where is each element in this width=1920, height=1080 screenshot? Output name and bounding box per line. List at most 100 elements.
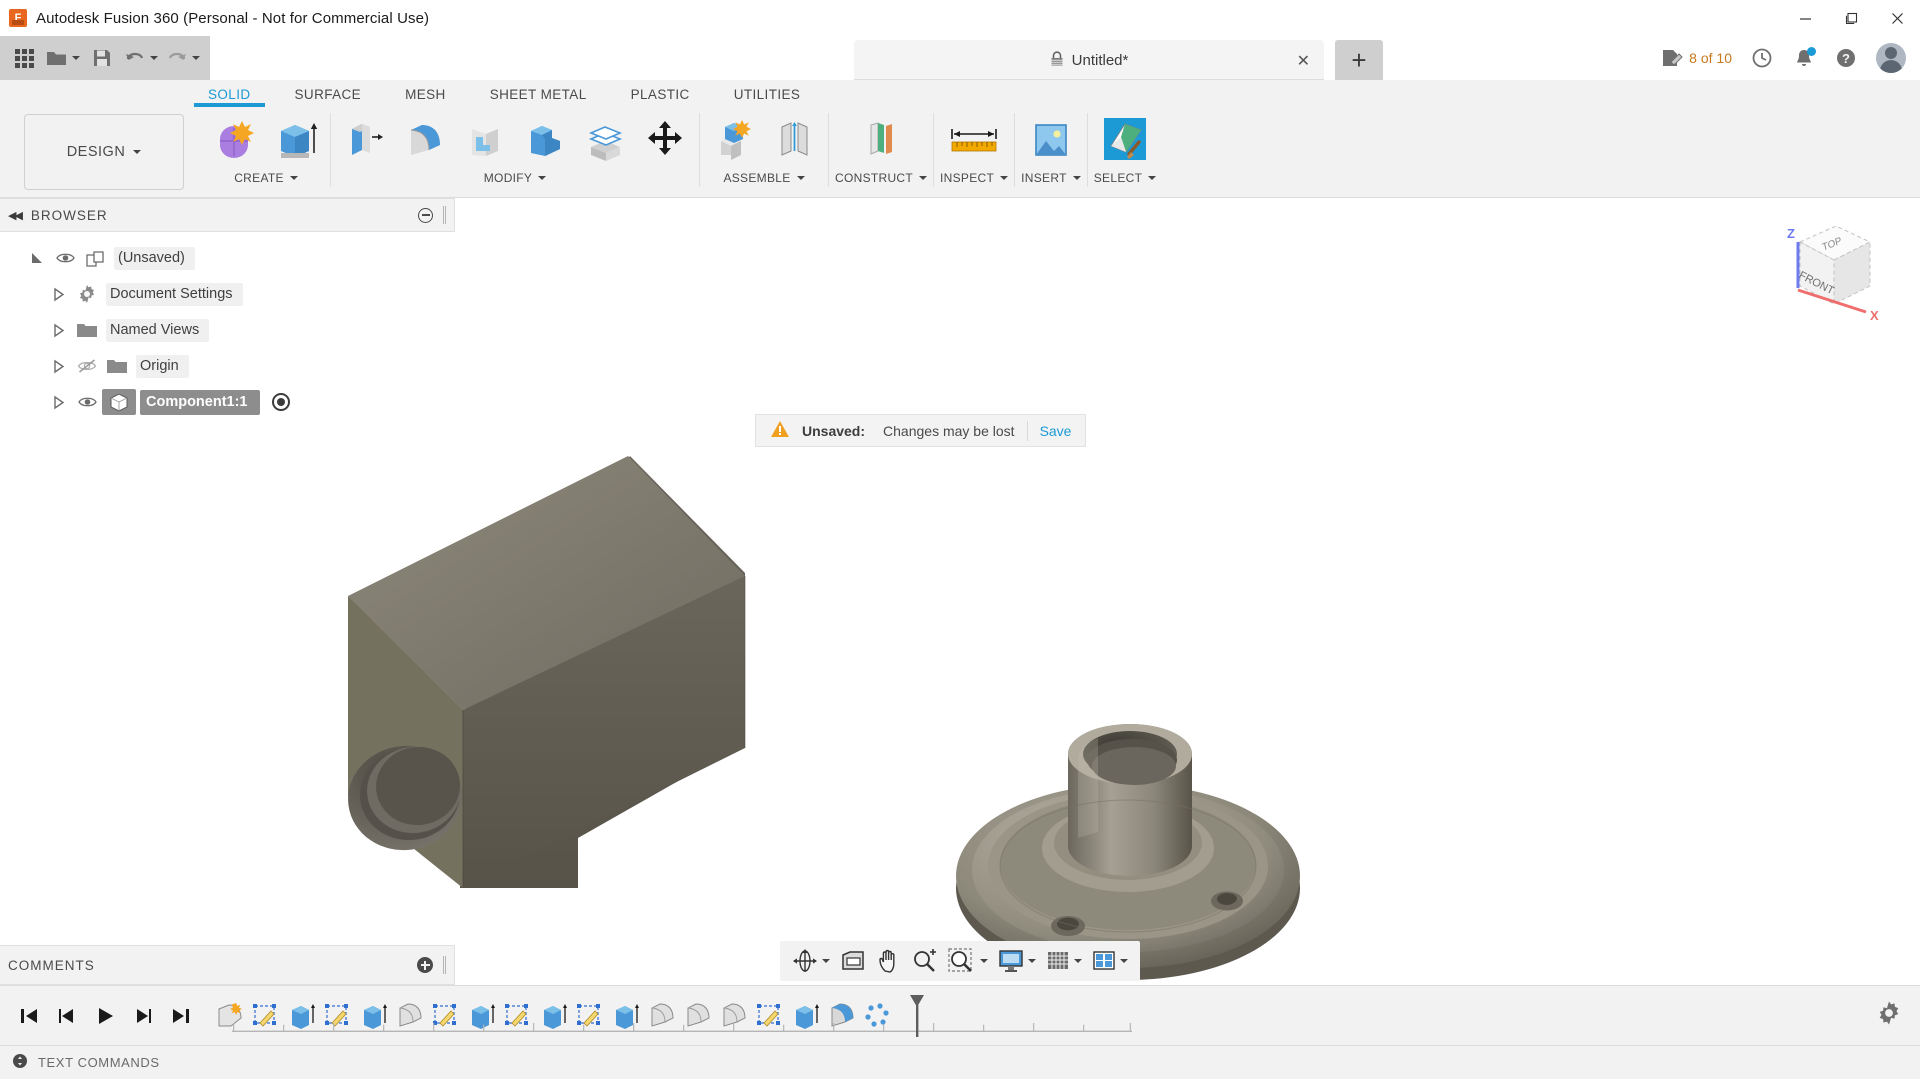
extrude-button[interactable] [268, 111, 324, 169]
save-button[interactable] [84, 41, 120, 75]
zoom-window-icon [948, 948, 976, 974]
browser-resize-grip[interactable] [443, 206, 446, 224]
panel-assemble-label[interactable]: ASSEMBLE [723, 171, 804, 185]
app-grid-button[interactable] [6, 41, 42, 75]
twisty-collapsed-icon[interactable] [46, 395, 72, 410]
twisty-collapsed-icon[interactable] [46, 359, 72, 374]
close-document-tab-button[interactable]: ✕ [1297, 51, 1310, 71]
timeline-marker-handle[interactable] [908, 993, 926, 1039]
shell-button[interactable] [457, 111, 513, 169]
view-cube[interactable]: TOP FRONT Z X [1758, 204, 1888, 324]
combine-button[interactable] [517, 111, 573, 169]
minimize-button[interactable] [1782, 0, 1828, 36]
file-menu-button[interactable] [42, 41, 84, 75]
text-commands-bar[interactable]: TEXT COMMANDS [0, 1045, 1920, 1079]
new-component-button[interactable] [706, 111, 762, 169]
unsaved-notification: Unsaved: Changes may be lost Save [755, 414, 1086, 447]
zoom-button[interactable] [908, 944, 942, 978]
expand-icon[interactable] [12, 1053, 28, 1072]
comments-resize-grip[interactable] [443, 956, 446, 974]
twisty-collapsed-icon[interactable] [46, 323, 72, 338]
account-button[interactable] [1868, 39, 1914, 77]
orbit-button[interactable] [788, 944, 834, 978]
tab-sheet-metal[interactable]: SHEET METAL [468, 87, 609, 107]
timeline-rail[interactable] [232, 1023, 1340, 1033]
panel-select-label[interactable]: SELECT [1094, 171, 1156, 185]
job-status-button[interactable] [1742, 39, 1782, 77]
look-at-button[interactable] [836, 944, 870, 978]
look-at-icon [840, 949, 866, 973]
browser-minus-button[interactable] [418, 208, 433, 223]
tree-row-named-views[interactable]: Named Views [0, 312, 455, 348]
redo-icon [166, 49, 188, 67]
display-settings-button[interactable] [994, 944, 1040, 978]
undo-button[interactable] [120, 41, 162, 75]
twisty-collapsed-icon[interactable] [46, 287, 72, 302]
insert-image-button[interactable] [1023, 111, 1079, 169]
ribbon-tabs: SOLID SURFACE MESH SHEET METAL PLASTIC U… [0, 80, 1920, 107]
fillet-button[interactable] [397, 111, 453, 169]
browser-header: ◀◀ BROWSER [0, 198, 455, 232]
panel-construct-label[interactable]: CONSTRUCT [835, 171, 927, 185]
select-button[interactable] [1097, 111, 1153, 169]
combine-icon [522, 117, 568, 163]
document-tab[interactable]: Untitled* ✕ [854, 40, 1324, 80]
fusion360-logo: F [9, 9, 27, 27]
collapse-browser-icon[interactable]: ◀◀ [8, 209, 21, 222]
document-tab-label: Untitled* [1072, 52, 1129, 69]
visibility-toggle[interactable] [50, 251, 80, 265]
panel-modify-label[interactable]: MODIFY [484, 171, 546, 185]
play-button[interactable] [90, 1001, 120, 1031]
viewport-layout-button[interactable] [1088, 944, 1132, 978]
tree-row-document-settings[interactable]: Document Settings [0, 276, 455, 312]
pan-button[interactable] [872, 944, 906, 978]
press-pull-button[interactable] [337, 111, 393, 169]
tree-row-component1[interactable]: Component1:1 [0, 384, 455, 420]
title-bar: F Autodesk Fusion 360 (Personal - Not fo… [0, 0, 1920, 36]
grid-snap-icon [1046, 950, 1070, 972]
save-link[interactable]: Save [1040, 423, 1072, 439]
panel-insert-label[interactable]: INSERT [1021, 171, 1081, 185]
tab-mesh[interactable]: MESH [383, 87, 468, 107]
twisty-expanded-icon[interactable] [24, 251, 50, 266]
step-back-button[interactable] [52, 1001, 82, 1031]
grid-snap-button[interactable] [1042, 944, 1086, 978]
panel-select: SELECT [1088, 107, 1162, 197]
create-sketch-button[interactable] [208, 111, 264, 169]
trial-status-button[interactable]: 8 of 10 [1653, 39, 1740, 77]
measure-button[interactable] [942, 111, 1006, 169]
tab-plastic[interactable]: PLASTIC [609, 87, 712, 107]
tree-row-unsaved[interactable]: (Unsaved) [0, 240, 455, 276]
close-button[interactable] [1874, 0, 1920, 36]
tree-row-origin[interactable]: Origin [0, 348, 455, 384]
notification-badge [1807, 47, 1816, 56]
visibility-toggle[interactable] [72, 395, 102, 409]
joint-button[interactable] [766, 111, 822, 169]
redo-button[interactable] [162, 41, 204, 75]
job-status-clock-icon [1751, 47, 1773, 69]
visibility-toggle-hidden[interactable] [72, 358, 102, 374]
ribbon-panels: DESIGN [0, 107, 1920, 197]
activate-component-radio[interactable] [272, 393, 290, 411]
zoom-window-button[interactable] [944, 944, 992, 978]
go-to-beginning-button[interactable] [14, 1001, 44, 1031]
timeline-settings-button[interactable] [1876, 1000, 1902, 1029]
comments-panel[interactable]: COMMENTS [0, 945, 455, 985]
step-forward-button[interactable] [128, 1001, 158, 1031]
workspace-selector[interactable]: DESIGN [24, 114, 184, 190]
move-copy-button[interactable] [637, 111, 693, 169]
panel-create-label[interactable]: CREATE [234, 171, 298, 185]
notifications-button[interactable] [1784, 39, 1824, 77]
tab-solid[interactable]: SOLID [186, 87, 273, 107]
maximize-button[interactable] [1828, 0, 1874, 36]
offset-plane-button[interactable] [853, 111, 909, 169]
new-document-tab-button[interactable]: + [1335, 40, 1383, 80]
tab-utilities[interactable]: UTILITIES [712, 87, 823, 107]
panel-construct: CONSTRUCT [829, 107, 933, 197]
help-button[interactable]: ? [1826, 39, 1866, 77]
tab-surface[interactable]: SURFACE [273, 87, 384, 107]
panel-inspect-label[interactable]: INSPECT [940, 171, 1008, 185]
go-to-end-button[interactable] [166, 1001, 196, 1031]
offset-face-button[interactable] [577, 111, 633, 169]
add-comment-button[interactable] [417, 957, 433, 973]
